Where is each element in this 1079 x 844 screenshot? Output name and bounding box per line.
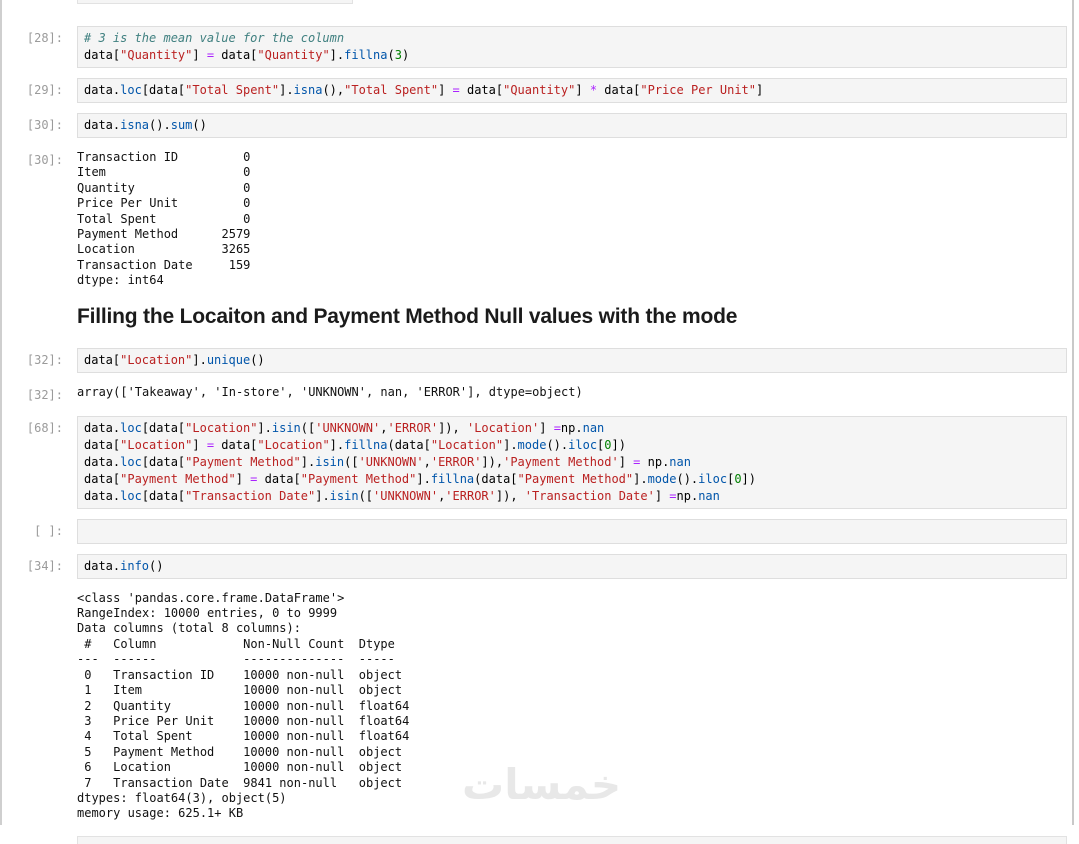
input-prompt: [28]: [26,31,63,45]
code-cell: [32]: data["Location"].unique() [0,347,1067,373]
heading-cell: Filling the Locaiton and Payment Method … [0,303,1065,330]
output-text: Transaction ID 0 Item 0 Quantity 0 Price… [77,150,251,288]
notebook: [28]: # 3 is the mean value for the colum… [0,0,1067,844]
code-line: data.loc[data["Location"].isin(['UNKNOWN… [84,420,605,435]
output-prompt: [32]: [26,387,63,402]
code-line: data["Location"] = data["Location"].fill… [84,437,626,452]
output-cell: [30]: Transaction ID 0 Item 0 Quantity 0 … [0,148,1065,289]
code-editor[interactable]: data["Location"].unique() [77,347,1067,373]
code-cell: [ ]: [0,518,1067,544]
code-cell: [30]: data.isna().sum() [0,113,1067,138]
input-prompt: [29]: [26,83,63,97]
code-line: data.loc[data["Payment Method"].isin(['U… [84,454,691,469]
output-text: <class 'pandas.core.frame.DataFrame'> Ra… [77,590,410,821]
partial-cell-bottom[interactable] [77,835,1067,844]
code-line: # 3 is the mean value for the column [84,31,345,45]
code-editor[interactable] [77,518,1067,544]
code-line: data.loc[data["Total Spent"].isna(),"Tot… [84,83,764,97]
partial-cell-top[interactable] [77,0,353,4]
code-cell: [34]: data.info() [0,553,1067,579]
code-cell: [28]: # 3 is the mean value for the colum… [0,26,1067,68]
output-text: array(['Takeaway', 'In-store', 'UNKNOWN'… [77,384,583,399]
output-cell: <class 'pandas.core.frame.DataFrame'> Ra… [0,589,1065,822]
code-line: data["Location"].unique() [84,352,265,367]
code-line: data["Payment Method"] = data["Payment M… [84,471,756,486]
code-editor[interactable]: data.loc[data["Total Spent"].isna(),"Tot… [77,78,1067,103]
input-prompt: [34]: [26,558,63,573]
code-line: data.loc[data["Transaction Date"].isin([… [84,488,720,503]
output-prompt: [30]: [26,153,63,167]
code-editor[interactable]: # 3 is the mean value for the column data… [77,26,1067,68]
input-prompt: [68]: [26,420,63,435]
output-cell: [32]: array(['Takeaway', 'In-store', 'UNK… [0,383,1065,402]
code-editor[interactable]: data.info() [77,553,1067,579]
output-prompt [0,589,77,594]
section-heading: Filling the Locaiton and Payment Method … [77,304,738,328]
code-cell: [29]: data.loc[data["Total Spent"].isna()… [0,78,1067,103]
code-editor[interactable]: data.isna().sum() [77,113,1067,138]
input-prompt: [32]: [26,352,63,367]
output-prompt [0,303,77,308]
code-cell: [68]: data.loc[data["Location"].isin(['UN… [0,415,1067,509]
code-line: data["Quantity"] = data["Quantity"].fill… [84,48,410,62]
code-line: data.info() [84,558,164,573]
input-prompt: [ ]: [34,523,63,538]
input-prompt: [30]: [26,118,63,132]
code-editor[interactable]: data.loc[data["Location"].isin(['UNKNOWN… [77,415,1067,509]
code-line: data.isna().sum() [84,118,207,132]
scrollbar-track[interactable] [1072,0,1074,825]
